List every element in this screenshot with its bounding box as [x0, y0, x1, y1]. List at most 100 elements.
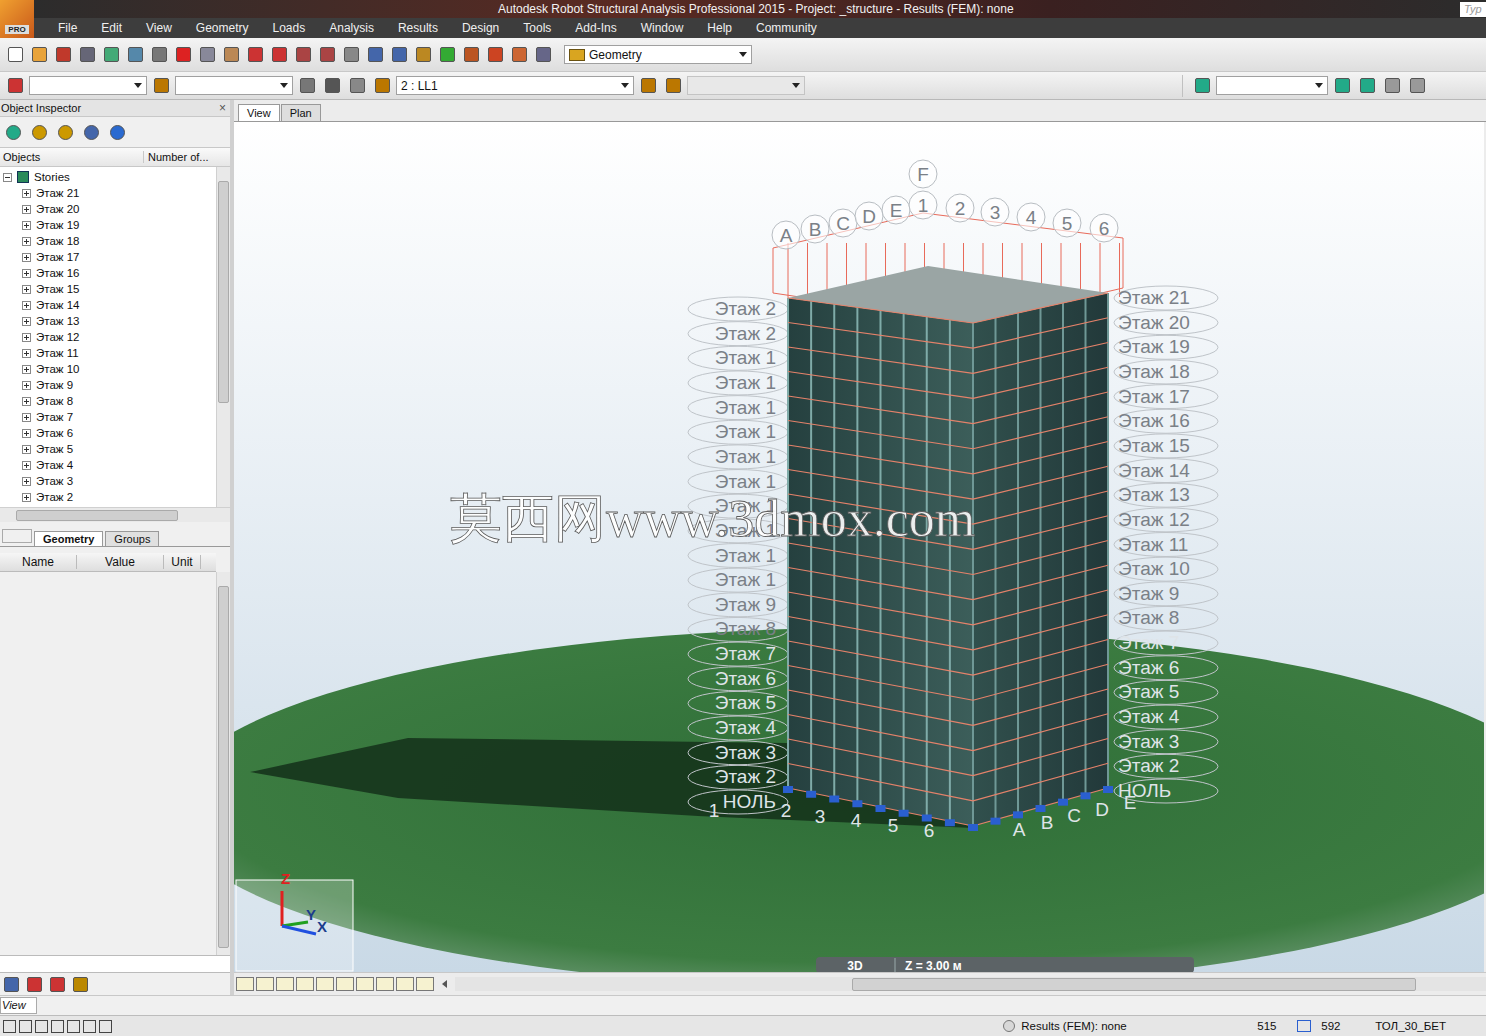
tools-icon[interactable]: [532, 44, 554, 66]
tree-scrollbar[interactable]: [216, 167, 230, 507]
print-icon[interactable]: [76, 44, 98, 66]
paste-icon[interactable]: [220, 44, 242, 66]
column-header[interactable]: Name: [0, 555, 77, 569]
menu-item[interactable]: Add-Ins: [563, 21, 628, 35]
menu-item[interactable]: Edit: [89, 21, 134, 35]
expander-icon[interactable]: [22, 397, 31, 406]
description-field[interactable]: [0, 955, 230, 973]
print-preview-icon[interactable]: [100, 44, 122, 66]
panels-icon[interactable]: [356, 977, 374, 991]
tree-item[interactable]: Этаж 21: [0, 185, 216, 201]
app-logo[interactable]: PRO: [0, 0, 34, 38]
clear-filter-icon[interactable]: [54, 121, 76, 143]
expander-icon[interactable]: [22, 205, 31, 214]
expander-icon[interactable]: [22, 333, 31, 342]
combination-select[interactable]: [687, 76, 805, 95]
menu-item[interactable]: Window: [629, 21, 696, 35]
node-icon[interactable]: [4, 75, 26, 97]
tree-hscrollbar[interactable]: [0, 507, 230, 522]
expander-icon[interactable]: [22, 413, 31, 422]
tree-item[interactable]: Этаж 8: [0, 393, 216, 409]
zoom-icon[interactable]: [364, 44, 386, 66]
loads-view-icon[interactable]: [23, 973, 45, 995]
expander-icon[interactable]: [22, 429, 31, 438]
menu-item[interactable]: Tools: [511, 21, 563, 35]
help-status-icon[interactable]: [19, 1020, 32, 1033]
cube-icon[interactable]: [508, 44, 530, 66]
preview-icon[interactable]: [124, 44, 146, 66]
cube-a-icon[interactable]: [67, 1020, 80, 1033]
stories-icon[interactable]: [2, 121, 24, 143]
tree-item[interactable]: Stories: [0, 169, 216, 185]
search-field[interactable]: Typ: [1460, 2, 1486, 17]
layers-icon[interactable]: [346, 75, 368, 97]
tree-item[interactable]: Этаж 10: [0, 361, 216, 377]
menu-item[interactable]: Loads: [261, 21, 318, 35]
design-view-icon[interactable]: [69, 973, 91, 995]
tree-item[interactable]: Этаж 17: [0, 249, 216, 265]
bar-icon[interactable]: [150, 75, 172, 97]
layout-select[interactable]: Geometry: [564, 45, 752, 64]
copy-icon[interactable]: [196, 44, 218, 66]
bars-icon[interactable]: [484, 44, 506, 66]
screen-capture-icon[interactable]: [148, 44, 170, 66]
column-header[interactable]: Value: [77, 555, 164, 569]
search-icon[interactable]: [80, 121, 102, 143]
close-button[interactable]: ×: [219, 101, 226, 115]
menu-item[interactable]: Community: [744, 21, 829, 35]
column-header[interactable]: Unit: [164, 555, 201, 569]
load-case-select[interactable]: 2 : LL1: [396, 76, 634, 95]
view-tab[interactable]: Plan: [281, 104, 321, 121]
calculator-icon[interactable]: [292, 44, 314, 66]
support-icon[interactable]: [436, 44, 458, 66]
table-icon[interactable]: [316, 44, 338, 66]
help-icon[interactable]: [106, 121, 128, 143]
zoom-window-icon[interactable]: [388, 44, 410, 66]
command-field[interactable]: View: [0, 997, 37, 1014]
properties-scrollbar[interactable]: [216, 572, 230, 955]
expander-icon[interactable]: [22, 301, 31, 310]
loads-icon[interactable]: [371, 75, 393, 97]
tree-item[interactable]: Этаж 20: [0, 201, 216, 217]
menu-item[interactable]: Help: [695, 21, 744, 35]
scroll-left-icon[interactable]: [442, 980, 447, 988]
sections-icon[interactable]: [316, 977, 334, 991]
tree-item[interactable]: Этаж 4: [0, 457, 216, 473]
3d-viewport[interactable]: Этаж 2Этаж 2Этаж 1Этаж 1Этаж 1Этаж 1Этаж…: [234, 122, 1486, 972]
view-tab[interactable]: View: [238, 104, 280, 121]
save-icon[interactable]: [52, 44, 74, 66]
section-icon[interactable]: [460, 44, 482, 66]
cube-b-icon[interactable]: [83, 1020, 96, 1033]
menu-item[interactable]: Design: [450, 21, 511, 35]
tree-item[interactable]: Этаж 18: [0, 233, 216, 249]
menu-item[interactable]: Analysis: [317, 21, 386, 35]
expander-icon[interactable]: [22, 317, 31, 326]
tree-item[interactable]: Этаж 14: [0, 297, 216, 313]
view-b-icon[interactable]: [1406, 75, 1428, 97]
column-header[interactable]: Number of...: [144, 151, 209, 163]
tree-item[interactable]: Этаж 2: [0, 489, 216, 505]
tree-item[interactable]: Этаж 19: [0, 217, 216, 233]
delete-icon[interactable]: [172, 44, 194, 66]
expander-icon[interactable]: [22, 493, 31, 502]
tree-item[interactable]: Этаж 15: [0, 281, 216, 297]
new-file-icon[interactable]: [4, 44, 26, 66]
expander-icon[interactable]: [22, 189, 31, 198]
expander-icon[interactable]: [22, 221, 31, 230]
open-icon[interactable]: [28, 44, 50, 66]
filter-icon[interactable]: [28, 121, 50, 143]
expander-icon[interactable]: [22, 365, 31, 374]
structure-help-icon[interactable]: [1356, 75, 1378, 97]
structure-icon[interactable]: [1191, 75, 1213, 97]
menu-item[interactable]: File: [46, 21, 89, 35]
mesh-icon[interactable]: [412, 44, 434, 66]
view-a-icon[interactable]: [1381, 75, 1403, 97]
tree-item[interactable]: Этаж 7: [0, 409, 216, 425]
expander-icon[interactable]: [22, 285, 31, 294]
tree-item[interactable]: Этаж 3: [0, 473, 216, 489]
bar-numbers-icon[interactable]: [276, 977, 294, 991]
help-cursor-icon[interactable]: [296, 75, 318, 97]
node-select[interactable]: [29, 76, 147, 95]
grid-snap-icon[interactable]: [35, 1020, 48, 1033]
column-header[interactable]: Objects: [0, 151, 144, 163]
